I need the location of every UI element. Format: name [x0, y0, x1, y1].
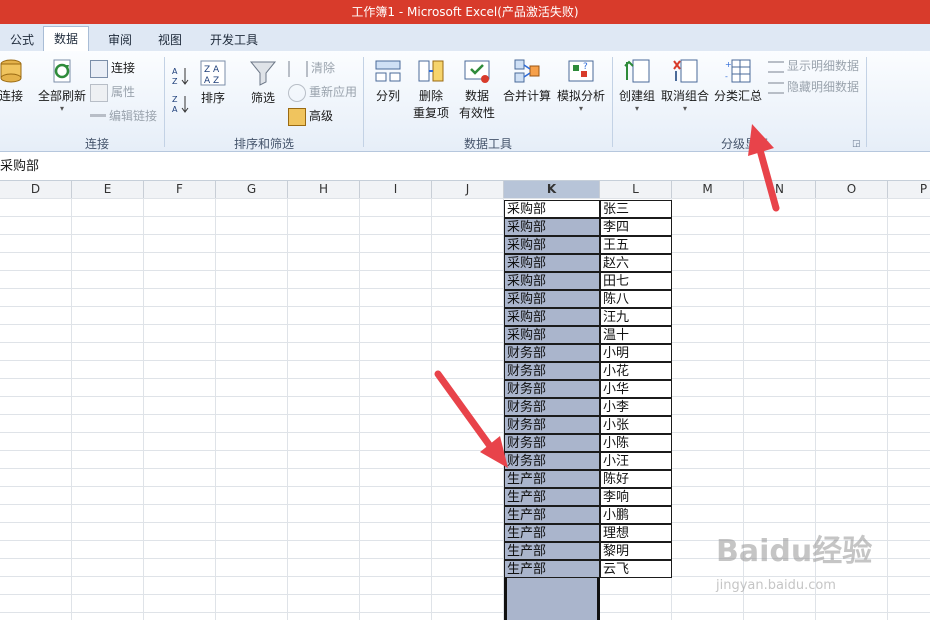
- arrow-to-subtotal: [748, 124, 780, 212]
- annotation-arrows: [434, 124, 780, 468]
- arrow-to-column-k: [434, 370, 508, 468]
